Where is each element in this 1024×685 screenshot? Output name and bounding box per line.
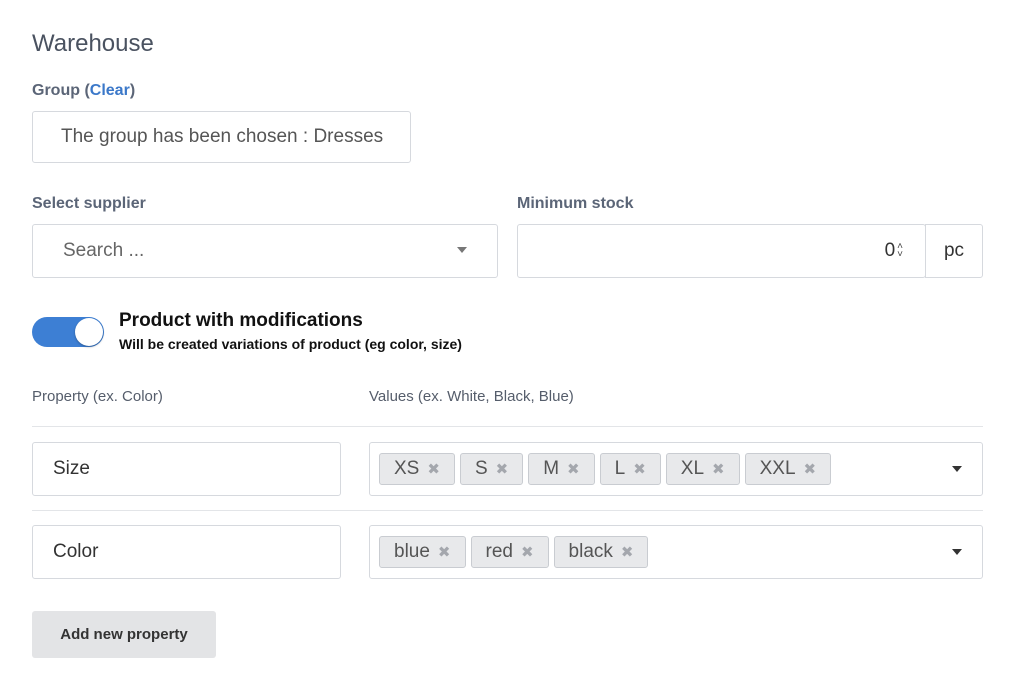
toggle-knob — [75, 318, 103, 346]
property-name-input[interactable]: Size — [32, 442, 341, 496]
supplier-select[interactable]: Search ... — [32, 224, 498, 278]
group-label: Group (Clear) — [32, 82, 136, 99]
add-new-property-button[interactable]: Add new property — [32, 611, 216, 658]
tag-label: black — [568, 541, 613, 562]
x-mark-icon[interactable]: ✖ — [621, 543, 634, 561]
group-field-value: The group has been chosen : Dresses — [61, 126, 384, 147]
x-mark-icon[interactable]: ✖ — [712, 460, 725, 478]
tag-label: L — [614, 458, 626, 479]
x-mark-icon[interactable]: ✖ — [633, 460, 646, 478]
property-name-value: Color — [53, 541, 99, 562]
tag-label: red — [485, 541, 513, 562]
tag-label: XS — [394, 458, 420, 479]
section-title: Warehouse — [32, 30, 154, 57]
property-values-select[interactable]: blue ✖ red ✖ black ✖ — [369, 525, 983, 579]
property-column-header: Property (ex. Color) — [32, 388, 163, 405]
clear-group-link[interactable]: Clear — [90, 82, 130, 99]
divider — [32, 426, 983, 427]
value-tag: XL ✖ — [665, 453, 740, 485]
value-tag: M ✖ — [528, 453, 595, 485]
property-name-input[interactable]: Color — [32, 525, 341, 579]
property-values-select[interactable]: XS ✖ S ✖ M ✖ L ✖ XL ✖ XXL ✖ — [369, 442, 983, 496]
x-mark-icon[interactable]: ✖ — [438, 543, 451, 561]
values-column-header: Values (ex. White, Black, Blue) — [369, 388, 574, 405]
supplier-label: Select supplier — [32, 195, 146, 212]
tag-label: XL — [680, 458, 705, 479]
x-mark-icon[interactable]: ✖ — [427, 460, 440, 478]
x-mark-icon[interactable]: ✖ — [567, 460, 580, 478]
supplier-placeholder: Search ... — [63, 240, 145, 261]
chevron-down-icon — [457, 247, 467, 253]
value-tag: XS ✖ — [379, 453, 455, 485]
modifications-subtitle: Will be created variations of product (e… — [119, 336, 462, 352]
x-mark-icon[interactable]: ✖ — [496, 460, 509, 478]
minimum-stock-value: 0 — [884, 240, 896, 261]
minimum-stock-input[interactable]: 0 ˄ ˅ — [517, 224, 926, 278]
tag-label: XXL — [759, 458, 796, 479]
group-label-text: Group — [32, 82, 80, 99]
value-tag: XXL ✖ — [744, 453, 832, 485]
tag-label: blue — [394, 541, 430, 562]
x-mark-icon[interactable]: ✖ — [521, 543, 534, 561]
modifications-toggle[interactable] — [32, 317, 104, 347]
divider — [32, 510, 983, 511]
spinner-arrows-icon[interactable]: ˄ ˅ — [897, 242, 903, 260]
chevron-down-icon[interactable] — [952, 549, 962, 555]
tag-label: M — [543, 458, 560, 479]
tag-label: S — [474, 458, 488, 479]
value-tag: black ✖ — [553, 536, 649, 568]
group-field[interactable]: The group has been chosen : Dresses — [32, 111, 411, 163]
property-name-value: Size — [53, 458, 90, 479]
modifications-title: Product with modifications — [119, 310, 363, 331]
value-tag: red ✖ — [470, 536, 549, 568]
value-tag: L ✖ — [599, 453, 661, 485]
x-mark-icon[interactable]: ✖ — [804, 460, 817, 478]
value-tag: blue ✖ — [379, 536, 466, 568]
chevron-down-icon[interactable] — [952, 466, 962, 472]
minimum-stock-label: Minimum stock — [517, 195, 634, 212]
value-tag: S ✖ — [459, 453, 524, 485]
minimum-stock-unit: pc — [925, 224, 983, 278]
